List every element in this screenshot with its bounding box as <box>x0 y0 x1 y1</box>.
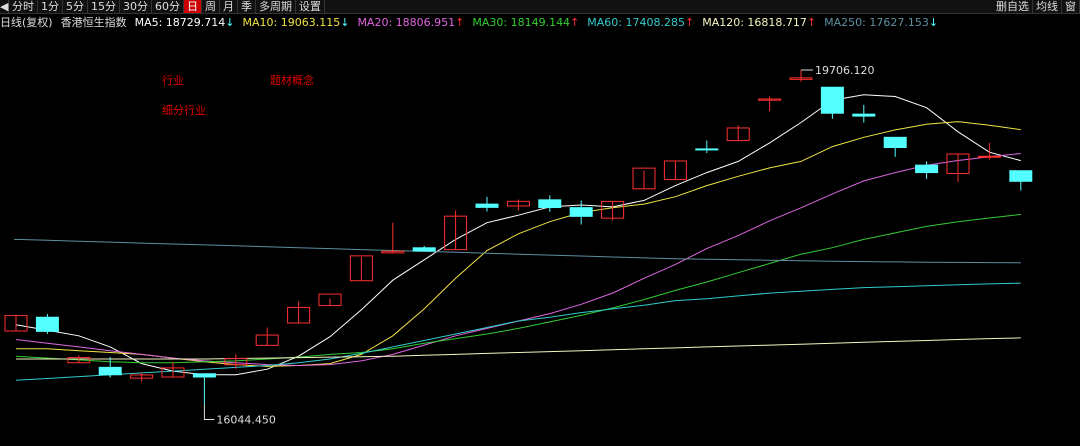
tab-monthly[interactable]: 月 <box>220 0 238 13</box>
candle-down <box>98 366 122 376</box>
ma10-value: MA10: 19063.115↓ <box>242 16 350 29</box>
candle-down <box>475 203 499 208</box>
candle-down <box>538 199 562 209</box>
ma60-value: MA60: 17408.285↑ <box>587 16 695 29</box>
tab-quarterly[interactable]: 季 <box>238 0 256 13</box>
window-button[interactable]: 窗 <box>1062 0 1080 13</box>
candle-down <box>1009 170 1033 182</box>
line-ma250 <box>14 238 1021 264</box>
candle-down <box>412 247 436 252</box>
instrument-name: 香港恒生指数 <box>60 16 127 29</box>
candle-down <box>883 136 907 149</box>
line-ma30 <box>15 213 1021 364</box>
chart-type-label: 日线(复权) <box>0 16 53 29</box>
ma5-value: MA5: 18729.714↓ <box>134 16 235 29</box>
tab-15min[interactable]: 15分 <box>88 0 120 13</box>
candle-down <box>695 148 719 151</box>
low-marker <box>203 404 215 420</box>
line-ma120 <box>16 337 1021 360</box>
tab-multi-period[interactable]: 多周期 <box>256 0 296 13</box>
candle-down <box>35 316 59 332</box>
settings-button[interactable]: 设置 <box>296 0 325 13</box>
line-ma20 <box>15 153 1021 367</box>
period-toolbar: ◀ 分时 1分 5分 15分 30分 60分 日 周 月 季 多周期 设置 删自… <box>0 0 1080 14</box>
candle-down <box>192 373 216 378</box>
tab-daily[interactable]: 日 <box>184 0 202 13</box>
tab-60min[interactable]: 60分 <box>152 0 184 13</box>
tab-1min[interactable]: 1分 <box>38 0 63 13</box>
tab-weekly[interactable]: 周 <box>202 0 220 13</box>
ma30-value: MA30: 18149.144↑ <box>472 16 580 29</box>
ma-legend-bar: 日线(复权) 香港恒生指数 MA5: 18729.714↓ MA10: 1906… <box>0 16 938 30</box>
candle-up <box>977 155 1001 158</box>
toolbar-back-arrow-icon[interactable]: ◀ <box>0 0 9 13</box>
candle-down <box>820 86 844 114</box>
tab-intraday[interactable]: 分时 <box>9 0 38 13</box>
candle-down <box>569 207 593 217</box>
candle-down <box>852 113 876 117</box>
toolbar-right-group: 删自选 均线 窗 <box>993 0 1080 13</box>
line-ma5 <box>15 94 1021 376</box>
line-ma60 <box>15 282 1021 381</box>
tab-5min[interactable]: 5分 <box>63 0 88 13</box>
ma120-value: MA120: 16818.717↑ <box>702 16 817 29</box>
ma20-value: MA20: 18806.951↑ <box>357 16 465 29</box>
low-label: 16044.450 <box>216 413 276 426</box>
candlestick-chart[interactable]: 19706.120 16044.450 <box>0 32 1080 446</box>
candle-down <box>915 164 939 174</box>
remove-watchlist-button[interactable]: 删自选 <box>993 0 1033 13</box>
high-label: 19706.120 <box>815 64 875 77</box>
tab-30min[interactable]: 30分 <box>120 0 152 13</box>
ma-settings-button[interactable]: 均线 <box>1033 0 1062 13</box>
ma250-value: MA250: 17627.153↓ <box>824 16 939 29</box>
